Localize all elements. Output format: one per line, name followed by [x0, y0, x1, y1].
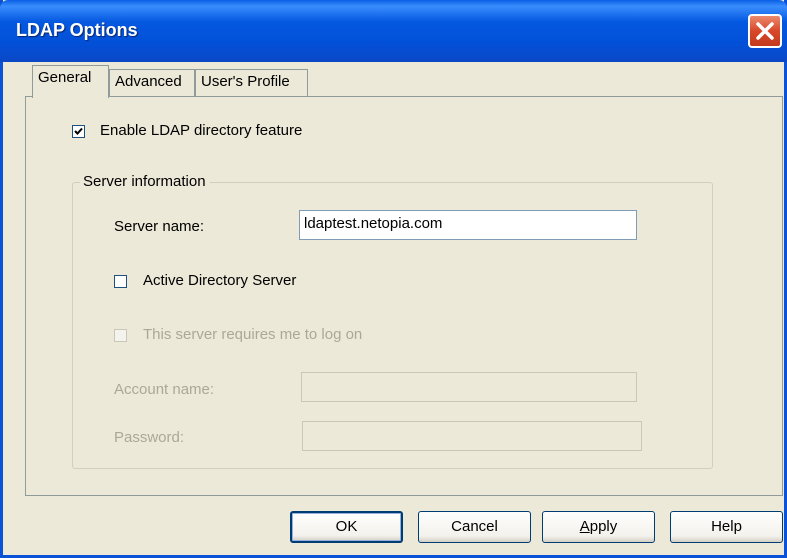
- cancel-label: Cancel: [451, 518, 498, 535]
- requires-logon-label[interactable]: This server requires me to log on: [143, 326, 362, 343]
- server-information-legend: Server information: [80, 173, 210, 190]
- tab-label: General: [38, 69, 92, 86]
- close-button[interactable]: [748, 14, 782, 48]
- help-button[interactable]: Help: [670, 511, 783, 543]
- help-label: Help: [711, 518, 742, 535]
- apply-mnemonic: A: [579, 518, 590, 535]
- tab-label: Advanced: [115, 73, 182, 90]
- checkmark-icon: [74, 127, 83, 135]
- active-directory-label[interactable]: Active Directory Server: [143, 272, 296, 289]
- cancel-button[interactable]: Cancel: [418, 511, 531, 543]
- server-name-field[interactable]: ldaptest.netopia.com: [299, 210, 637, 240]
- server-name-label: Server name:: [114, 218, 205, 235]
- close-icon: [756, 22, 774, 40]
- ok-label: OK: [335, 518, 358, 535]
- tab-users-profile[interactable]: User's Profile: [195, 69, 308, 97]
- tab-general[interactable]: General: [32, 65, 109, 98]
- password-label: Password:: [114, 429, 185, 446]
- ok-button[interactable]: OK: [290, 511, 403, 543]
- account-name-label: Account name:: [114, 381, 215, 398]
- enable-ldap-checkbox[interactable]: [72, 125, 85, 138]
- apply-button[interactable]: Apply: [542, 511, 655, 543]
- account-name-field[interactable]: [301, 372, 637, 402]
- password-field[interactable]: [302, 421, 642, 451]
- window-title: LDAP Options: [16, 20, 138, 40]
- requires-logon-checkbox[interactable]: [114, 329, 127, 342]
- enable-ldap-label[interactable]: Enable LDAP directory feature: [100, 122, 302, 139]
- active-directory-checkbox[interactable]: [114, 275, 127, 288]
- server-name-value: ldaptest.netopia.com: [304, 215, 443, 232]
- tab-advanced[interactable]: Advanced: [109, 69, 195, 97]
- title-bar[interactable]: LDAP Options: [0, 0, 787, 62]
- tab-label: User's Profile: [201, 73, 290, 90]
- ldap-options-dialog: LDAP Options General Advanced User's Pro…: [0, 0, 787, 558]
- apply-label: pply: [589, 518, 618, 535]
